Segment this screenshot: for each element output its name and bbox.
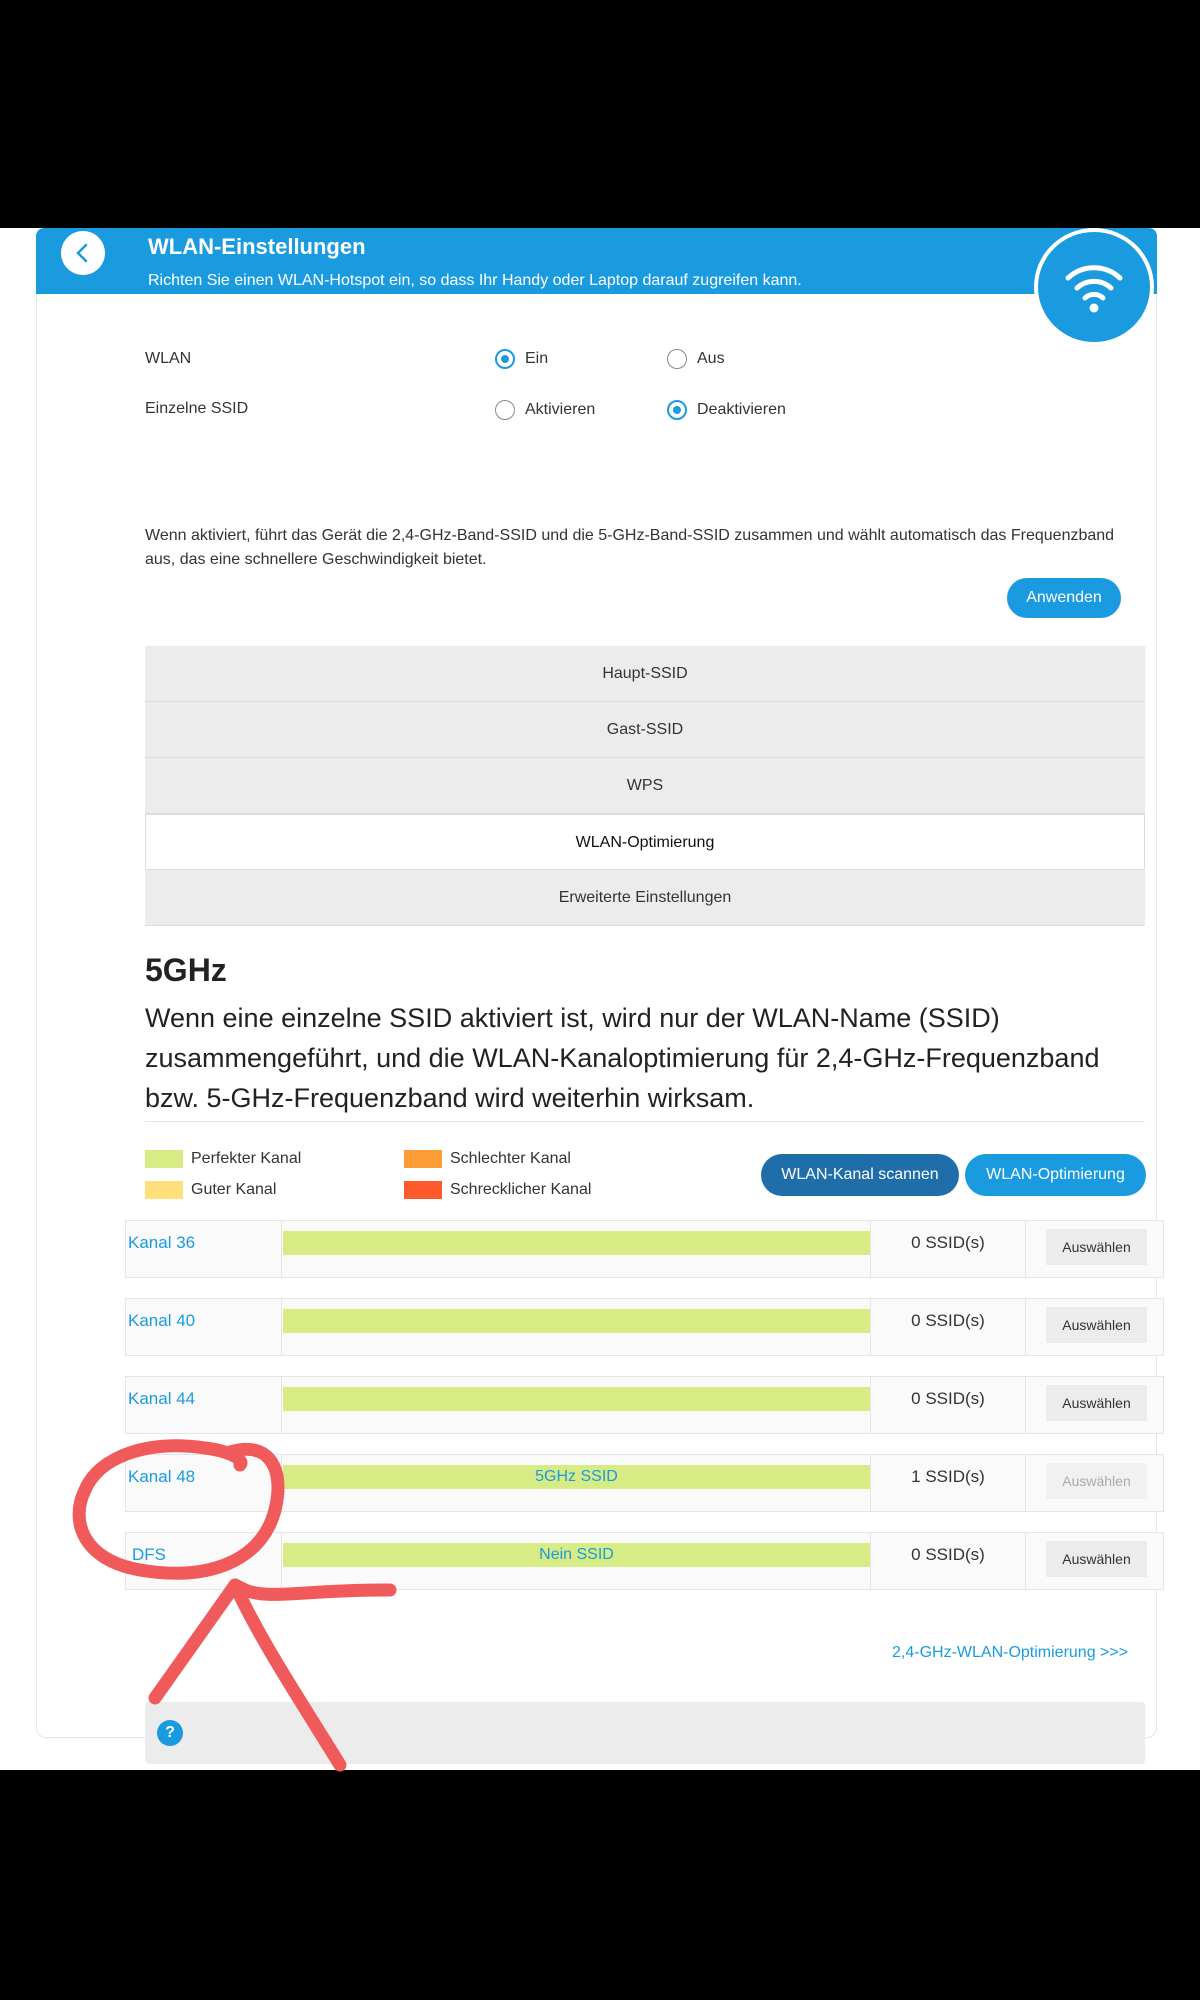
back-button[interactable] [61,231,105,275]
channel-quality-bar [283,1231,870,1255]
wlan-off-radio[interactable]: Aus [667,349,725,369]
help-icon[interactable]: ? [157,1720,183,1746]
channel-ssid-count: 0 SSID(s) [870,1533,1026,1589]
chevron-left-icon [76,243,88,263]
tab-main-ssid[interactable]: Haupt-SSID [145,646,1145,702]
apply-button[interactable]: Anwenden [1007,578,1121,618]
settings-menu: Haupt-SSID Gast-SSID WPS WLAN-Optimierun… [145,646,1145,926]
tab-wps[interactable]: WPS [145,758,1145,814]
legend-swatch [404,1181,442,1199]
legend-swatch [145,1150,183,1168]
tab-advanced-settings[interactable]: Erweiterte Einstellungen [145,870,1145,926]
page-subtitle: Richten Sie einen WLAN-Hotspot ein, so d… [148,272,802,289]
tab-wlan-optimization[interactable]: WLAN-Optimierung [145,814,1145,870]
select-channel-button[interactable]: Auswählen [1046,1541,1147,1577]
legend-perfect: Perfekter Kanal [145,1150,301,1168]
channel-name: Kanal 44 [126,1377,282,1433]
single-ssid-enable-radio[interactable]: Aktivieren [495,400,595,420]
channel-row: Kanal 40 0 SSID(s) Auswählen [125,1298,1164,1356]
optimize-button[interactable]: WLAN-Optimierung [965,1154,1146,1196]
legend-swatch [404,1150,442,1168]
channel-row: Kanal 48 5GHz SSID 1 SSID(s) Auswählen [125,1454,1164,1512]
select-channel-button[interactable]: Auswählen [1046,1229,1147,1265]
channel-ssid-count: 1 SSID(s) [870,1455,1026,1511]
channel-quality-bar: Nein SSID [283,1543,870,1567]
link-24ghz-optimization[interactable]: 2,4-GHz-WLAN-Optimierung >>> [892,1644,1128,1662]
legend-bad: Schlechter Kanal [404,1150,571,1168]
legend-terrible: Schrecklicher Kanal [404,1181,591,1199]
header-bar: WLAN-Einstellungen Richten Sie einen WLA… [36,228,1157,346]
tab-guest-ssid[interactable]: Gast-SSID [145,702,1145,758]
channel-ssid-count: 0 SSID(s) [870,1299,1026,1355]
channel-quality-bar: 5GHz SSID [283,1465,870,1489]
channel-row: Kanal 44 0 SSID(s) Auswählen [125,1376,1164,1434]
select-channel-button[interactable]: Auswählen [1046,1307,1147,1343]
channel-name: Kanal 36 [126,1221,282,1277]
channel-name: Kanal 40 [126,1299,282,1355]
divider [145,1121,1145,1122]
single-ssid-description: Wenn aktiviert, führt das Gerät die 2,4-… [145,527,1115,568]
single-ssid-label: Einzelne SSID [145,400,249,417]
wlan-on-radio[interactable]: Ein [495,349,548,369]
single-ssid-disable-radio[interactable]: Deaktivieren [667,400,786,420]
page-title: WLAN-Einstellungen [148,234,366,259]
legend-swatch [145,1181,183,1199]
help-box: ? [145,1702,1145,1764]
legend-good: Guter Kanal [145,1181,276,1199]
channel-name: Kanal 48 [126,1455,282,1511]
settings-card: WLAN Ein Aus Einzelne SSID Aktivieren De… [36,294,1164,1764]
select-channel-button[interactable]: Auswählen [1046,1385,1147,1421]
channel-ssid-count: 0 SSID(s) [870,1377,1026,1433]
channel-row: Kanal 36 0 SSID(s) Auswählen [125,1220,1164,1278]
select-channel-button[interactable]: Auswählen [1046,1463,1147,1499]
channel-name: DFS [126,1533,282,1589]
channel-ssid-count: 0 SSID(s) [870,1221,1026,1277]
channel-row-dfs: DFS Nein SSID 0 SSID(s) Auswählen [125,1532,1164,1590]
scan-channel-button[interactable]: WLAN-Kanal scannen [761,1154,959,1196]
screen: WLAN-Einstellungen Richten Sie einen WLA… [0,228,1200,1770]
band-info: Wenn eine einzelne SSID aktiviert ist, w… [145,1003,1100,1113]
channel-quality-bar [283,1309,870,1333]
band-title: 5GHz [145,952,227,988]
channel-quality-bar [283,1387,870,1411]
wlan-label: WLAN [145,350,192,367]
